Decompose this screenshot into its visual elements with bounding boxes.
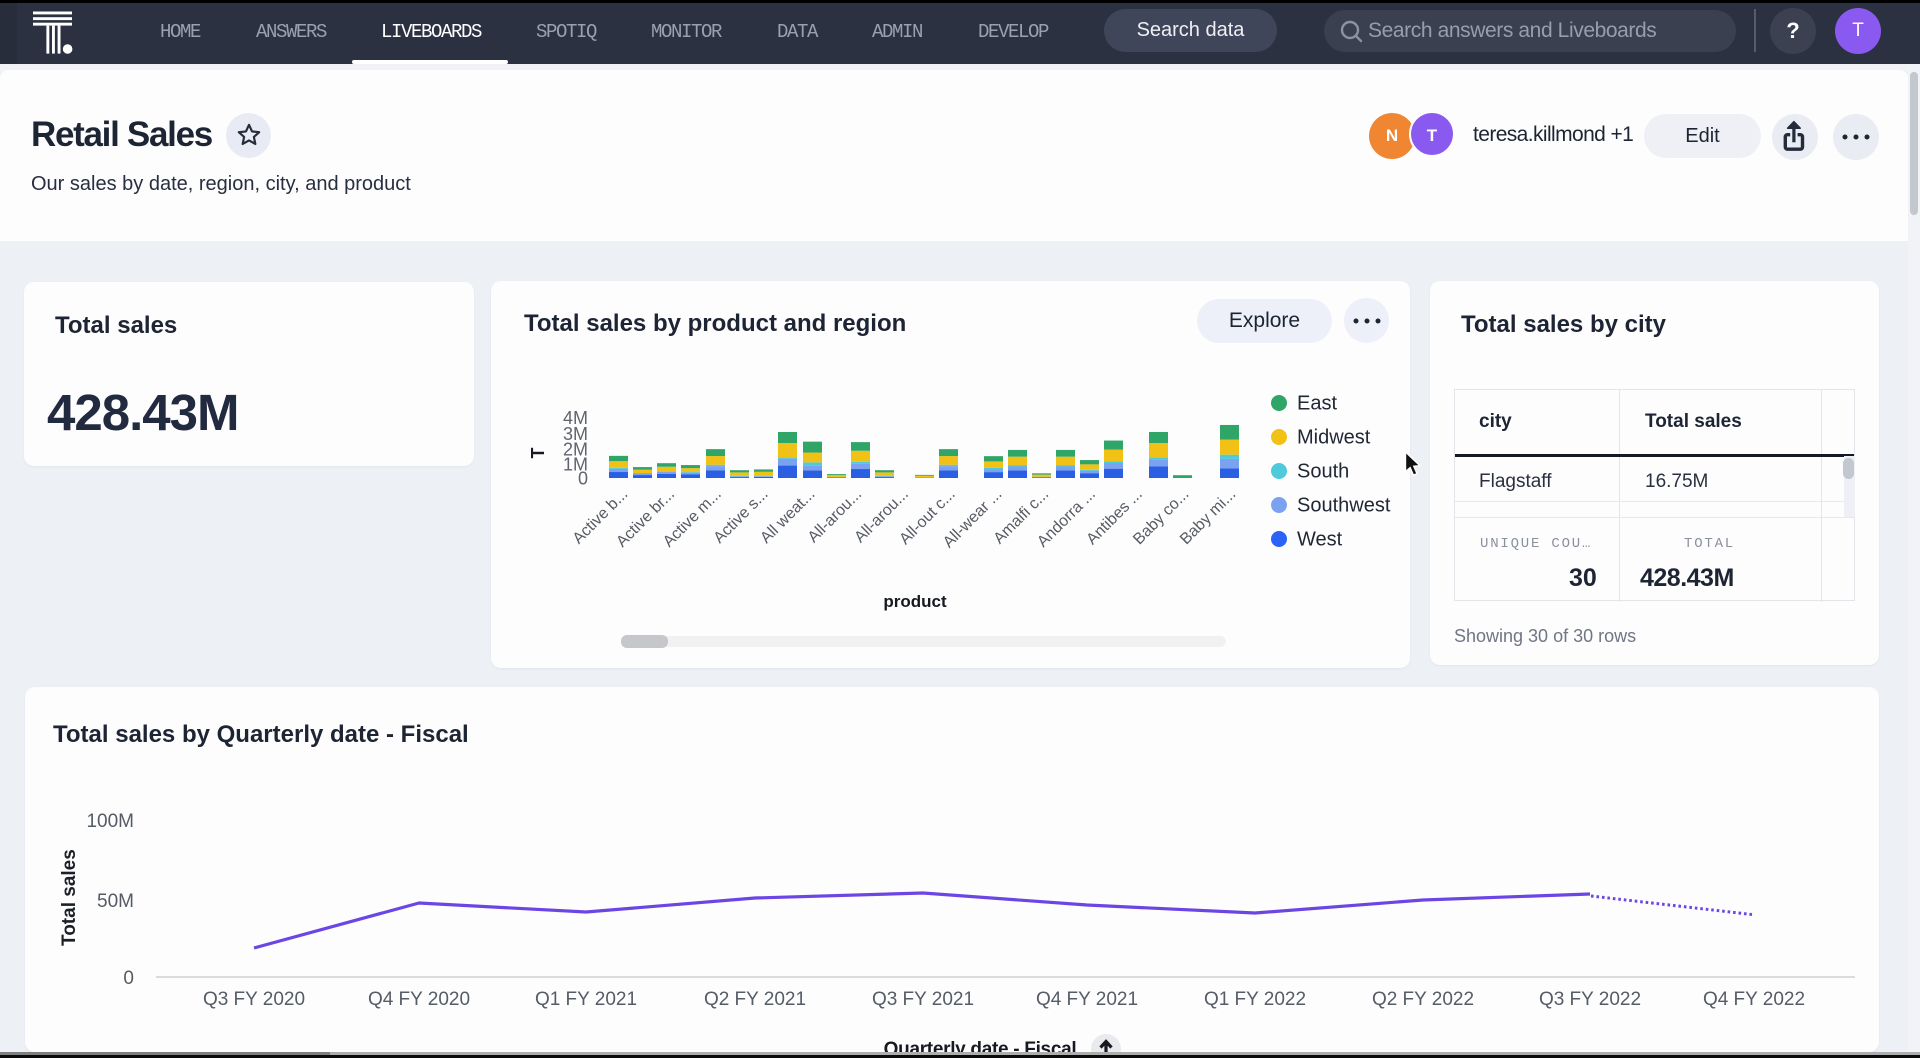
svg-text:Quarterly date - Fiscal: Quarterly date - Fiscal — [884, 1039, 1077, 1052]
svg-text:South: South — [1297, 461, 1349, 483]
svg-text:0: 0 — [578, 469, 588, 489]
svg-text:Q1 FY 2022: Q1 FY 2022 — [1204, 989, 1306, 1010]
svg-text:Q2 FY 2021: Q2 FY 2021 — [704, 989, 806, 1010]
svg-text:Southwest: Southwest — [1297, 495, 1391, 517]
svg-text:Total sales: Total sales — [59, 849, 80, 946]
svg-text:50M: 50M — [97, 891, 134, 912]
svg-text:100M: 100M — [86, 811, 134, 832]
svg-text:Q4 FY 2022: Q4 FY 2022 — [1703, 989, 1805, 1010]
svg-text:product: product — [883, 592, 947, 611]
svg-text:Q3 FY 2020: Q3 FY 2020 — [203, 989, 305, 1010]
svg-text:Q1 FY 2021: Q1 FY 2021 — [535, 989, 637, 1010]
svg-text:Midwest: Midwest — [1297, 427, 1371, 449]
svg-text:Q4 FY 2021: Q4 FY 2021 — [1036, 989, 1138, 1010]
svg-text:Q4 FY 2020: Q4 FY 2020 — [368, 989, 470, 1010]
svg-text:East: East — [1297, 393, 1337, 415]
svg-text:Q2 FY 2022: Q2 FY 2022 — [1372, 989, 1474, 1010]
svg-text:0: 0 — [123, 968, 134, 989]
svg-text:West: West — [1297, 529, 1343, 551]
svg-text:T: T — [528, 448, 548, 459]
svg-text:Q3 FY 2022: Q3 FY 2022 — [1539, 989, 1641, 1010]
svg-text:Q3 FY 2021: Q3 FY 2021 — [872, 989, 974, 1010]
